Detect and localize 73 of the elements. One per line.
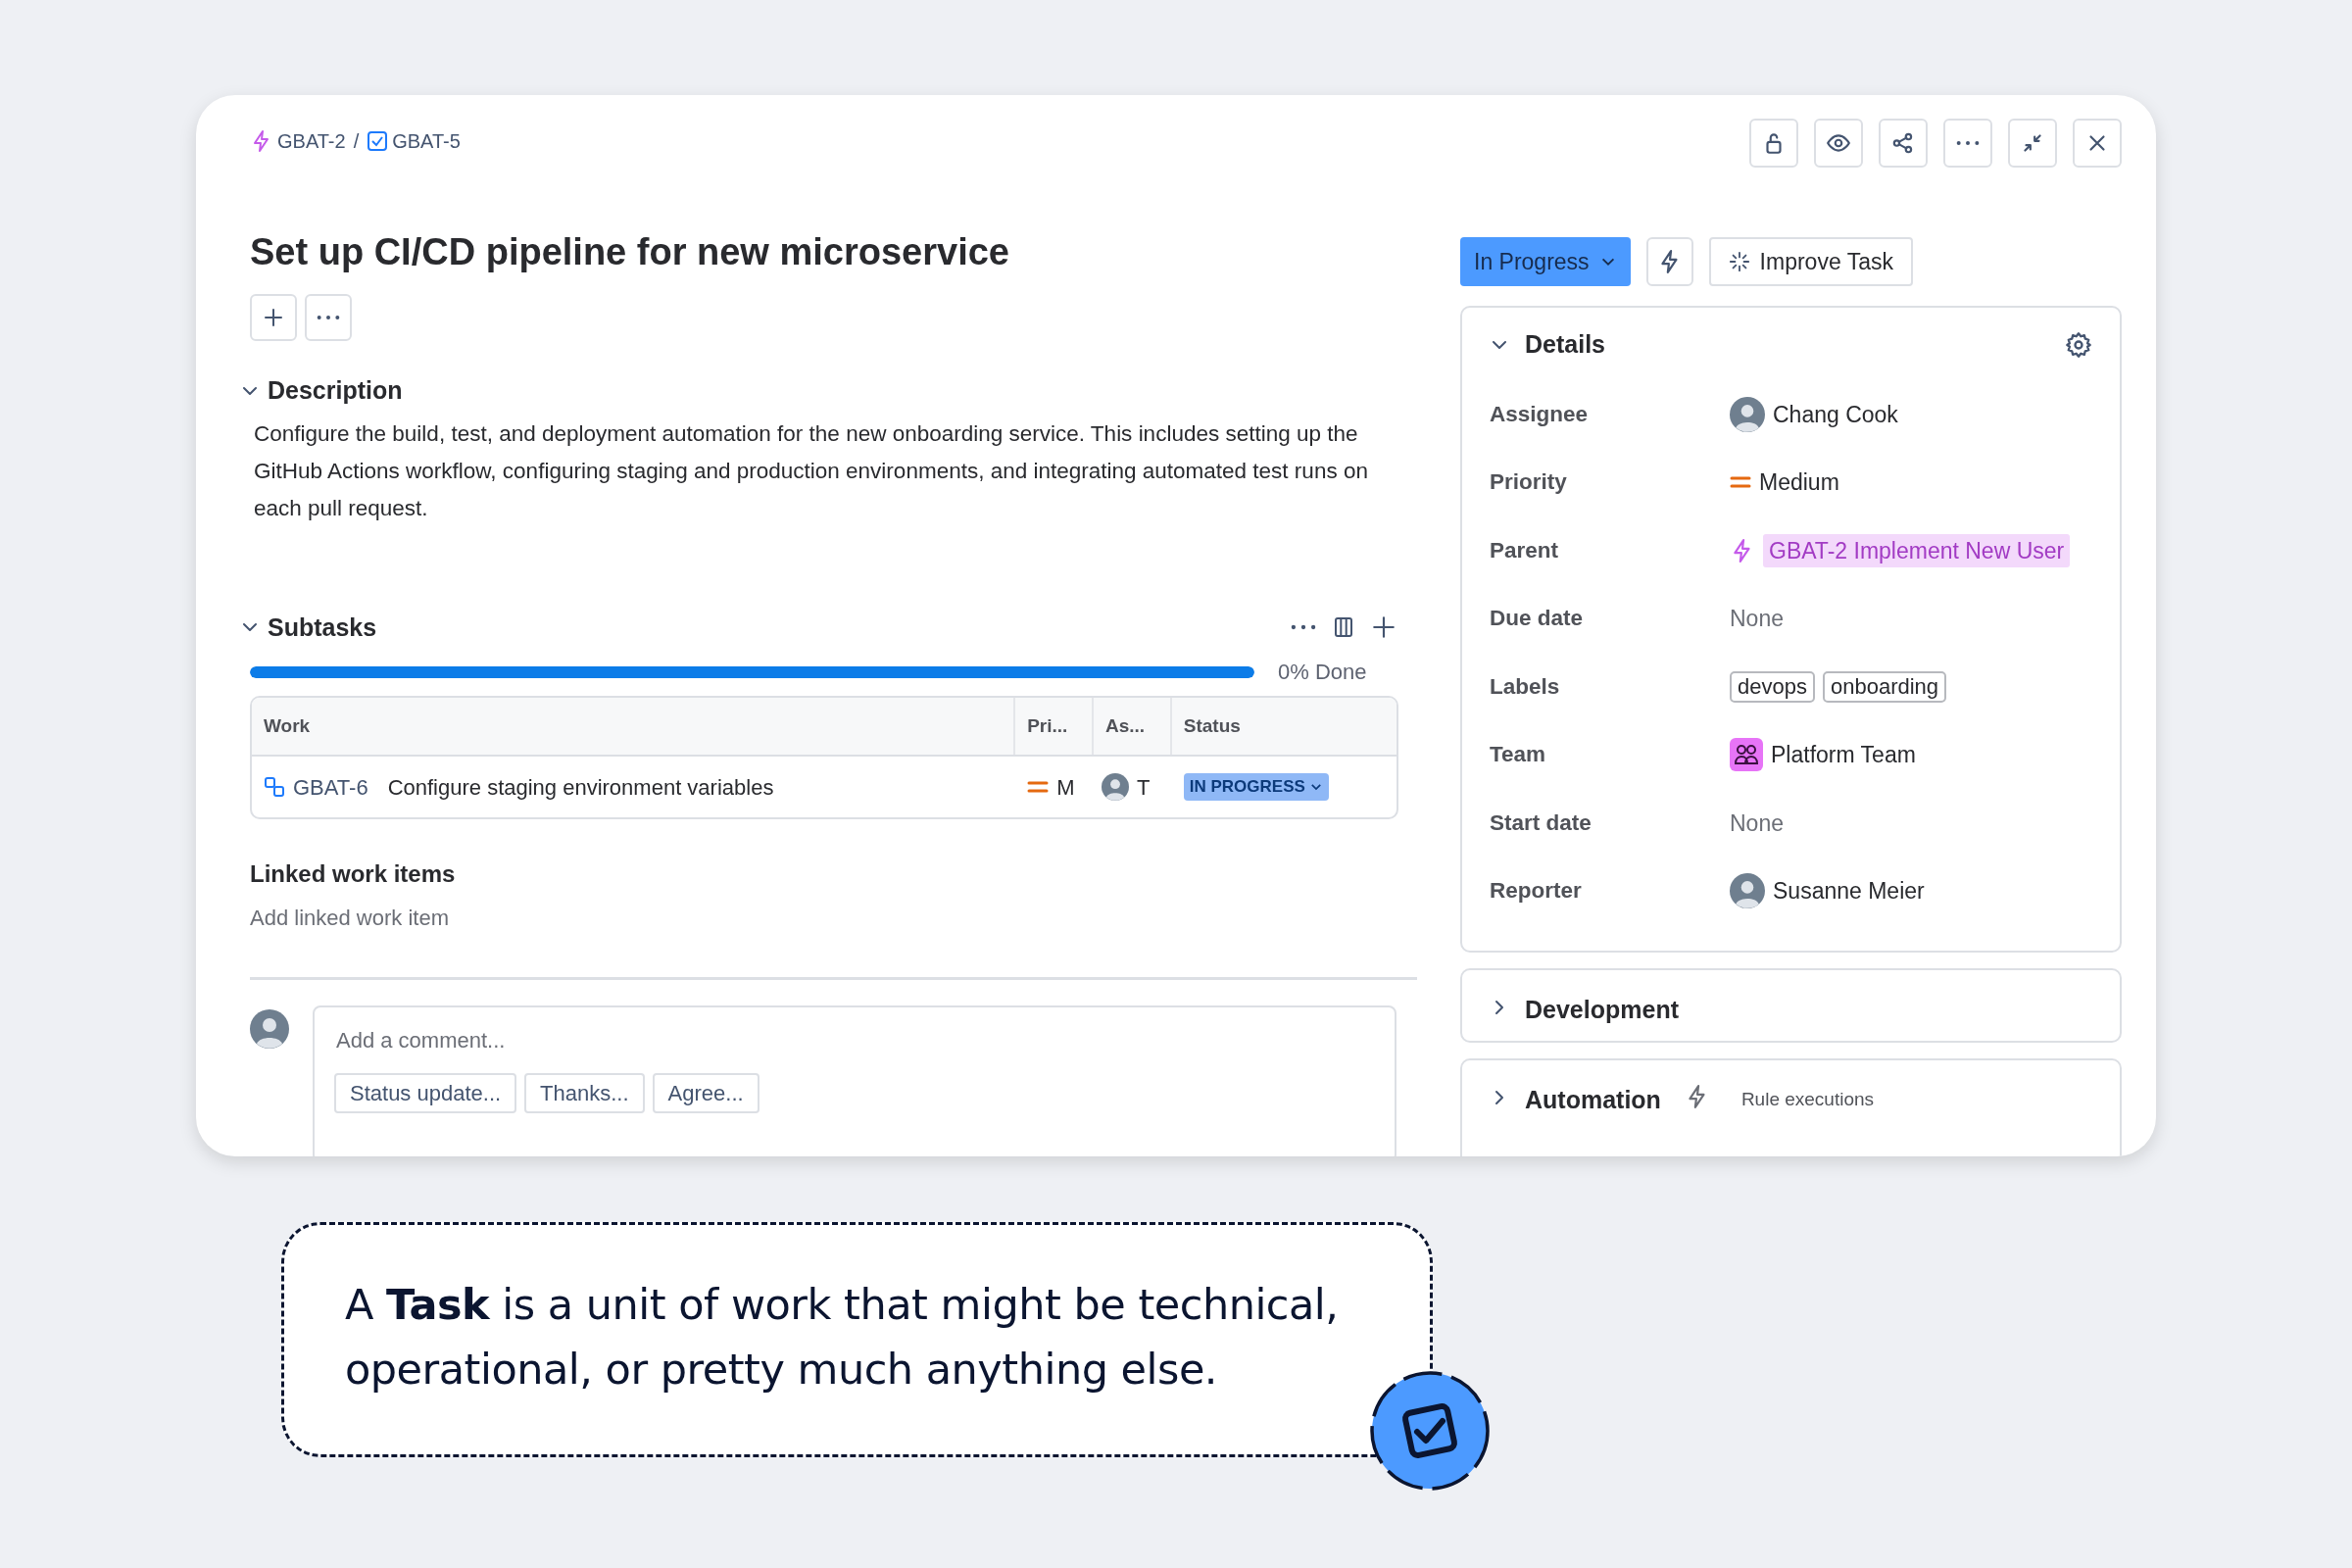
- rule-executions-text: Rule executions: [1740, 1088, 1875, 1111]
- callout-text: A Task is a unit of work that might be technical, operational, or pretty much anything else.: [345, 1279, 1340, 1396]
- comment-box[interactable]: Add a comment... Status update... Thanks... Agree...: [313, 1005, 1396, 1156]
- add-link[interactable]: Add linked work item: [250, 902, 449, 934]
- field-label: Labels: [1490, 672, 1561, 701]
- section-heading: Subtasks: [268, 612, 377, 643]
- field-label: Assignee: [1490, 400, 1590, 428]
- breadcrumb-link[interactable]: GBAT-5: [367, 126, 461, 156]
- more-icon: [317, 315, 340, 320]
- subtask-summary: Configure staging environment variables: [387, 773, 774, 802]
- priority-text: M: [1056, 773, 1075, 802]
- status-dropdown[interactable]: IN PROGRESS: [1183, 773, 1329, 801]
- share-button[interactable]: [1879, 119, 1928, 168]
- parent-link[interactable]: GBAT-2 Implement New User: [1763, 533, 2071, 567]
- suggestion-button[interactable]: Agree...: [652, 1073, 760, 1113]
- plus-icon: [262, 306, 285, 329]
- checkbox-icon: [367, 130, 389, 152]
- more-icon[interactable]: [1291, 624, 1316, 631]
- field-label: Parent: [1490, 536, 1560, 564]
- label-tag[interactable]: onboarding: [1822, 670, 1947, 703]
- close-button[interactable]: [2073, 119, 2122, 168]
- status-button[interactable]: In Progress: [1460, 237, 1631, 286]
- column-header: Pri...: [1015, 698, 1094, 755]
- panel-heading: Automation: [1525, 1085, 1661, 1115]
- minimize-button[interactable]: [2008, 119, 2057, 168]
- suggestion-button[interactable]: Status update...: [334, 1073, 517, 1113]
- progress-label: 0% Done: [1278, 659, 1367, 686]
- field-label: Priority: [1490, 468, 1568, 497]
- suggestion-button[interactable]: Thanks...: [524, 1073, 645, 1113]
- field-label: Due date: [1490, 605, 1585, 633]
- field-label: Reporter: [1490, 877, 1583, 906]
- collapsible-panel[interactable]: Development: [1460, 968, 2122, 1043]
- improve-button[interactable]: Improve Task: [1708, 237, 1913, 286]
- add-icon[interactable]: [1371, 614, 1396, 641]
- label-tag[interactable]: devops: [1730, 670, 1815, 703]
- unlock-button[interactable]: [1749, 119, 1798, 168]
- more-icon: [1956, 140, 1980, 146]
- column-header: Status: [1182, 713, 1242, 738]
- task-title: Set up CI/CD pipeline for new microservice: [250, 230, 1010, 274]
- empty-value: None: [1730, 808, 1784, 838]
- avatar-icon: [1102, 773, 1129, 801]
- watch-button[interactable]: [1814, 119, 1863, 168]
- settings-icon[interactable]: [2065, 331, 2092, 359]
- field-label: Team: [1490, 741, 1547, 769]
- automation-button[interactable]: [1645, 237, 1693, 286]
- assignee-text: T: [1137, 773, 1151, 802]
- team-name: Platform Team: [1771, 741, 1916, 769]
- avatar-icon: [1730, 873, 1765, 909]
- avatar-icon: [1730, 396, 1765, 432]
- breadcrumb-separator: /: [353, 129, 360, 154]
- team-icon: [1730, 738, 1763, 772]
- priority-icon: [1027, 779, 1050, 795]
- field-label: Start date: [1490, 808, 1592, 837]
- add-button[interactable]: [250, 294, 297, 341]
- avatar-icon: [250, 1009, 289, 1049]
- user-name: Chang Cook: [1773, 400, 1898, 429]
- columns-icon[interactable]: [1332, 615, 1355, 640]
- section-heading: Description: [268, 375, 403, 406]
- description-text: Configure the build, test, and deployment automation for the new onboarding service. This includes setting up the GitHub Actions workflow, configuring staging and production environments, and integrating automated test runs on each pull request.: [254, 419, 1369, 522]
- panel-heading: Details: [1525, 329, 1605, 361]
- sparkle-icon: [1728, 251, 1750, 272]
- section-heading: Linked work items: [250, 859, 457, 889]
- priority-value: Medium: [1759, 468, 1839, 497]
- empty-value: None: [1730, 605, 1784, 633]
- priority-icon: [1730, 474, 1751, 491]
- column-header: As...: [1093, 698, 1172, 755]
- panel-heading: Development: [1525, 995, 1679, 1025]
- collapsible-panel[interactable]: Automation Rule executions: [1460, 1058, 2122, 1156]
- breadcrumb-link[interactable]: GBAT-2: [250, 126, 346, 156]
- subtask-icon: [264, 776, 285, 798]
- issue-key-link[interactable]: GBAT-6: [293, 770, 368, 804]
- user-name: Susanne Meier: [1773, 877, 1925, 906]
- column-header: Work: [252, 698, 1016, 755]
